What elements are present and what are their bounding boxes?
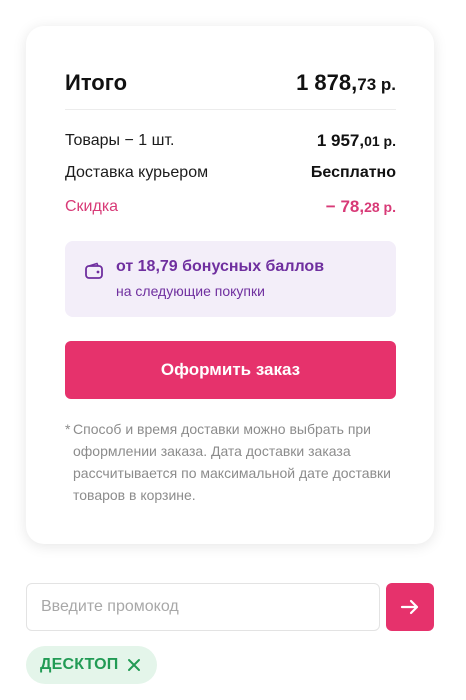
bonus-banner: от 18,79 бонусных баллов на следующие по… [65, 241, 396, 317]
total-value-fraction: 73 р. [357, 75, 396, 94]
discount-row: Скидка − 78,28 р. [65, 196, 396, 218]
applied-promo-label: ДЕСКТОП [40, 656, 119, 673]
divider [65, 109, 396, 110]
discount-value: − 78,28 р. [326, 197, 396, 217]
bonus-subtitle: на следующие покупки [116, 283, 265, 299]
goods-value-main: 1 957, [316, 131, 365, 150]
order-summary-card: Итого 1 878,73 р. Товары − 1 шт. 1 957,0… [26, 26, 434, 544]
close-icon[interactable] [127, 658, 141, 672]
promo-code-input[interactable] [26, 583, 380, 631]
goods-value-fraction: 01 р. [364, 133, 396, 149]
total-label: Итого [65, 70, 128, 95]
note-asterisk: * [65, 421, 71, 437]
total-value-main: 1 878, [296, 70, 358, 95]
total-value: 1 878,73 р. [296, 70, 396, 96]
bonus-title: от 18,79 бонусных баллов [116, 258, 325, 275]
wallet-icon [85, 262, 103, 279]
discount-value-main: − 78, [325, 197, 365, 216]
arrow-right-icon [400, 599, 419, 615]
delivery-value: Бесплатно [310, 164, 396, 181]
goods-label: Товары − 1 шт. [65, 132, 175, 149]
total-row: Итого 1 878,73 р. [65, 68, 396, 98]
delivery-note: * Способ и время доставки можно выбрать … [65, 418, 396, 506]
delivery-label: Доставка курьером [65, 164, 209, 181]
checkout-button[interactable]: Оформить заказ [65, 341, 396, 399]
goods-row: Товары − 1 шт. 1 957,01 р. [65, 130, 396, 152]
goods-value: 1 957,01 р. [317, 131, 396, 151]
discount-label: Скидка [65, 198, 119, 215]
note-text: Способ и время доставки можно выбрать пр… [73, 421, 391, 503]
delivery-row: Доставка курьером Бесплатно [65, 162, 396, 184]
apply-promo-button[interactable] [386, 583, 434, 631]
applied-promo-chip: ДЕСКТОП [26, 646, 157, 684]
discount-value-fraction: 28 р. [364, 199, 396, 215]
